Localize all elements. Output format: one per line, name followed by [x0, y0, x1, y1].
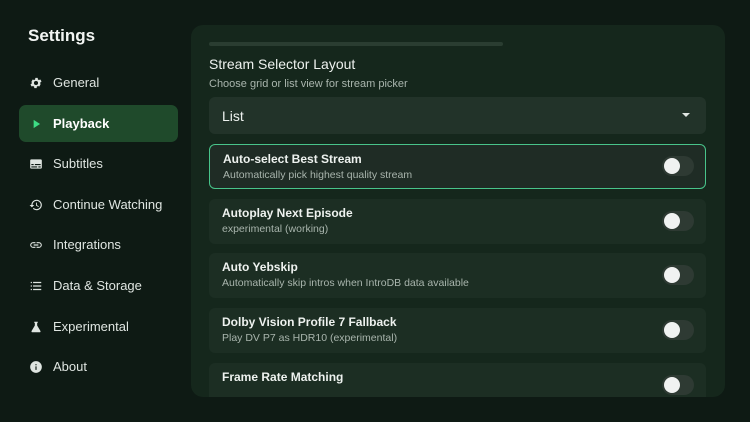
sidebar-item-general[interactable]: General — [19, 64, 178, 101]
setting-title: Dolby Vision Profile 7 Fallback — [222, 315, 397, 329]
setting-title: Frame Rate Matching — [222, 370, 344, 384]
toggle-switch[interactable] — [662, 211, 694, 231]
toggle-knob — [664, 322, 680, 338]
sidebar-item-subtitles[interactable]: Subtitles — [19, 145, 178, 182]
sidebar: Settings General Playback Subtitles Cont… — [0, 0, 190, 422]
sidebar-item-label: Integrations — [53, 237, 121, 252]
flask-icon — [28, 319, 44, 335]
setting-title: Auto-select Best Stream — [223, 152, 362, 166]
sidebar-item-label: General — [53, 75, 100, 90]
setting-frame-rate-matching[interactable]: Frame Rate Matching — [209, 363, 706, 397]
stream-layout-dropdown[interactable]: List — [209, 97, 706, 134]
chevron-down-icon — [682, 113, 690, 117]
setting-subtitle: Automatically skip intros when IntroDB d… — [222, 277, 469, 289]
setting-autoplay-next-episode[interactable]: Autoplay Next Episode experimental (work… — [209, 199, 706, 244]
toggle-switch[interactable] — [662, 375, 694, 395]
toggle-switch[interactable] — [662, 320, 694, 340]
section-subtitle: Choose grid or list view for stream pick… — [209, 78, 408, 90]
toggle-switch[interactable] — [662, 156, 694, 176]
setting-auto-yebskip[interactable]: Auto Yebskip Automatically skip intros w… — [209, 253, 706, 298]
toggle-knob — [664, 377, 680, 393]
list-icon — [28, 278, 44, 294]
sidebar-item-label: Subtitles — [53, 156, 103, 171]
sidebar-item-data-storage[interactable]: Data & Storage — [19, 267, 178, 304]
play-icon — [28, 116, 44, 132]
history-icon — [28, 197, 44, 213]
setting-title: Auto Yebskip — [222, 260, 298, 274]
sidebar-item-label: Continue Watching — [53, 197, 163, 212]
page-title: Settings — [28, 26, 96, 45]
sidebar-item-label: Playback — [53, 116, 110, 131]
toggle-knob — [664, 213, 680, 229]
sidebar-item-experimental[interactable]: Experimental — [19, 308, 178, 345]
toggle-switch[interactable] — [662, 265, 694, 285]
sidebar-item-about[interactable]: About — [19, 348, 178, 385]
info-icon — [28, 359, 44, 375]
setting-subtitle: Play DV P7 as HDR10 (experimental) — [222, 332, 398, 344]
gear-icon — [28, 75, 44, 91]
sidebar-item-label: Experimental — [53, 319, 129, 334]
setting-title: Autoplay Next Episode — [222, 206, 353, 220]
dropdown-value: List — [222, 107, 244, 124]
sidebar-item-label: Data & Storage — [53, 278, 142, 293]
sidebar-item-integrations[interactable]: Integrations — [19, 226, 178, 263]
toggle-knob — [664, 267, 680, 283]
setting-subtitle: experimental (working) — [222, 223, 329, 235]
setting-dolby-vision-fallback[interactable]: Dolby Vision Profile 7 Fallback Play DV … — [209, 308, 706, 353]
sidebar-item-label: About — [53, 359, 87, 374]
sidebar-item-playback[interactable]: Playback — [19, 105, 178, 142]
scroll-indicator — [209, 42, 503, 46]
link-icon — [28, 237, 44, 253]
settings-panel: Stream Selector Layout Choose grid or li… — [191, 25, 725, 397]
setting-subtitle: Automatically pick highest quality strea… — [223, 169, 413, 181]
subtitles-icon — [28, 156, 44, 172]
setting-auto-select-best-stream[interactable]: Auto-select Best Stream Automatically pi… — [209, 144, 706, 189]
sidebar-item-continue-watching[interactable]: Continue Watching — [19, 186, 178, 223]
toggle-knob — [664, 158, 680, 174]
section-title: Stream Selector Layout — [209, 56, 356, 72]
